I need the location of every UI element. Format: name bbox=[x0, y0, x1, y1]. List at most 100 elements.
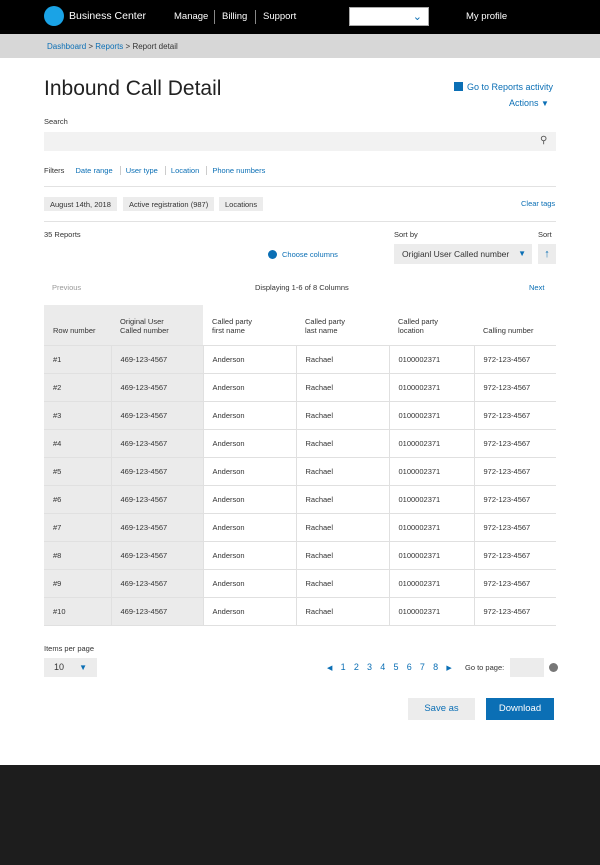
search-input[interactable] bbox=[44, 132, 556, 151]
table-row[interactable]: #10 469-123-4567 Anderson Rachael 0100002371… bbox=[44, 596, 556, 626]
filter-date-range[interactable]: Date range bbox=[71, 166, 118, 175]
table-cell: Anderson bbox=[202, 484, 296, 513]
page-link[interactable]: 7 bbox=[420, 662, 425, 672]
header-called-party-last-name[interactable]: Called party last name bbox=[296, 305, 389, 345]
tag-date[interactable]: August 14th, 2018 bbox=[44, 197, 117, 211]
search-label: Search bbox=[44, 117, 68, 126]
my-profile-link[interactable]: My profile bbox=[466, 11, 507, 22]
filter-location[interactable]: Location bbox=[164, 166, 205, 175]
table-cell: 972-123-4567 bbox=[473, 428, 556, 457]
table-cell: Rachael bbox=[295, 596, 389, 626]
table-row[interactable]: #1 469-123-4567 Anderson Rachael 0100002371 9… bbox=[44, 344, 556, 373]
divider bbox=[44, 186, 556, 187]
table-cell: #4 bbox=[44, 428, 111, 457]
sort-by-label: Sort by bbox=[394, 230, 418, 239]
caret-down-icon: ▼ bbox=[79, 663, 87, 672]
go-to-reports-activity-link[interactable]: Go to Reports activity bbox=[454, 82, 553, 92]
table-cell: Rachael bbox=[295, 512, 389, 541]
table-row[interactable]: #2 469-123-4567 Anderson Rachael 0100002371 9… bbox=[44, 372, 556, 401]
table-row[interactable]: #3 469-123-4567 Anderson Rachael 0100002371 9… bbox=[44, 400, 556, 429]
nav-divider bbox=[214, 10, 215, 24]
download-button[interactable]: Download bbox=[486, 698, 554, 720]
table-cell: 469-123-4567 bbox=[110, 428, 203, 457]
divider bbox=[44, 221, 556, 222]
caret-down-icon: ▼ bbox=[541, 99, 549, 108]
tag-locations[interactable]: Locations bbox=[219, 197, 264, 211]
table-row[interactable]: #5 469-123-4567 Anderson Rachael 0100002371 9… bbox=[44, 456, 556, 485]
actions-dropdown[interactable]: Actions ▼ bbox=[509, 98, 549, 108]
table-cell: #1 bbox=[44, 344, 111, 373]
clear-tags-link[interactable]: Clear tags bbox=[521, 199, 555, 208]
top-bar: Business Center Manage Billing Support ⌄… bbox=[0, 0, 600, 34]
page-link[interactable]: 5 bbox=[393, 662, 398, 672]
nav-support[interactable]: Support bbox=[263, 11, 296, 22]
table-cell: Rachael bbox=[295, 400, 389, 429]
brand-name[interactable]: Business Center bbox=[69, 10, 146, 22]
breadcrumb-dashboard[interactable]: Dashboard bbox=[47, 42, 86, 51]
table-row[interactable]: #6 469-123-4567 Anderson Rachael 0100002371 9… bbox=[44, 484, 556, 513]
next-page-icon[interactable]: ▶ bbox=[446, 665, 451, 672]
header-called-party-location[interactable]: Called party location bbox=[389, 305, 474, 345]
table-row[interactable]: #4 469-123-4567 Anderson Rachael 0100002371 9… bbox=[44, 428, 556, 457]
header-original-user-called-number[interactable]: Original User Called number bbox=[111, 305, 203, 345]
table-cell: #10 bbox=[44, 596, 111, 626]
previous-link[interactable]: Previous bbox=[52, 283, 81, 292]
columns-display-status: Displaying 1-6 of 8 Columns bbox=[255, 283, 349, 292]
filter-user-type[interactable]: User type bbox=[119, 166, 163, 175]
table-cell: Anderson bbox=[202, 596, 296, 626]
table-cell: 972-123-4567 bbox=[473, 568, 556, 597]
breadcrumb: Dashboard > Reports > Report detail bbox=[47, 42, 178, 51]
page-link[interactable]: 4 bbox=[380, 662, 385, 672]
table-cell: 469-123-4567 bbox=[110, 372, 203, 401]
table-cell: 0100002371 bbox=[388, 512, 474, 541]
header-calling-number[interactable]: Calling number bbox=[474, 305, 556, 345]
table-cell: #5 bbox=[44, 456, 111, 485]
page-link[interactable]: 8 bbox=[433, 662, 438, 672]
arrow-up-icon: ↑ bbox=[544, 248, 550, 260]
table-cell: 469-123-4567 bbox=[110, 512, 203, 541]
prev-page-icon[interactable]: ◀ bbox=[327, 665, 332, 672]
table-cell: #7 bbox=[44, 512, 111, 541]
account-select[interactable]: ⌄ bbox=[349, 7, 429, 26]
nav-manage[interactable]: Manage bbox=[174, 11, 208, 22]
table-cell: 0100002371 bbox=[388, 428, 474, 457]
go-icon[interactable] bbox=[549, 663, 558, 672]
page-title: Inbound Call Detail bbox=[44, 77, 222, 100]
table-cell: 972-123-4567 bbox=[473, 400, 556, 429]
breadcrumb-bar: Dashboard > Reports > Report detail bbox=[0, 34, 600, 58]
table-cell: 469-123-4567 bbox=[110, 540, 203, 569]
table-row[interactable]: #9 469-123-4567 Anderson Rachael 0100002371 9… bbox=[44, 568, 556, 597]
columns-icon bbox=[268, 250, 277, 259]
sort-by-select[interactable]: Origianl User Called number ▼ bbox=[394, 244, 532, 264]
nav-billing[interactable]: Billing bbox=[222, 11, 247, 22]
header-called-party-first-name[interactable]: Called party first name bbox=[203, 305, 296, 345]
table-cell: Anderson bbox=[202, 568, 296, 597]
go-to-page-input[interactable] bbox=[510, 658, 544, 677]
go-to-page-label: Go to page: bbox=[465, 663, 505, 672]
header-row-number[interactable]: Row number bbox=[44, 305, 111, 345]
page-link[interactable]: 1 bbox=[341, 662, 346, 672]
logo-icon[interactable] bbox=[44, 6, 64, 26]
table-row[interactable]: #8 469-123-4567 Anderson Rachael 0100002371 9… bbox=[44, 540, 556, 569]
page-link[interactable]: 3 bbox=[367, 662, 372, 672]
choose-columns-button[interactable]: Choose columns bbox=[268, 250, 338, 259]
search-icon[interactable]: ⚲ bbox=[540, 135, 547, 146]
breadcrumb-reports[interactable]: Reports bbox=[95, 42, 123, 51]
table-cell: Anderson bbox=[202, 540, 296, 569]
table-cell: 972-123-4567 bbox=[473, 512, 556, 541]
table-cell: Rachael bbox=[295, 568, 389, 597]
page-link[interactable]: 6 bbox=[407, 662, 412, 672]
sort-direction-button[interactable]: ↑ bbox=[538, 244, 556, 264]
report-table-grid: Row number Original User Called number Ca… bbox=[44, 305, 556, 626]
items-per-page-select[interactable]: 10 ▼ bbox=[44, 658, 97, 677]
filter-phone-numbers[interactable]: Phone numbers bbox=[206, 166, 271, 175]
caret-down-icon: ▼ bbox=[518, 249, 526, 258]
tag-active-registration[interactable]: Active registration (987) bbox=[123, 197, 215, 211]
actions-label: Actions bbox=[509, 98, 539, 108]
table-cell: Rachael bbox=[295, 428, 389, 457]
save-as-button[interactable]: Save as bbox=[408, 698, 475, 720]
table-cell: Anderson bbox=[202, 512, 296, 541]
table-row[interactable]: #7 469-123-4567 Anderson Rachael 0100002371 9… bbox=[44, 512, 556, 541]
next-link[interactable]: Next bbox=[529, 283, 544, 292]
page-link[interactable]: 2 bbox=[354, 662, 359, 672]
